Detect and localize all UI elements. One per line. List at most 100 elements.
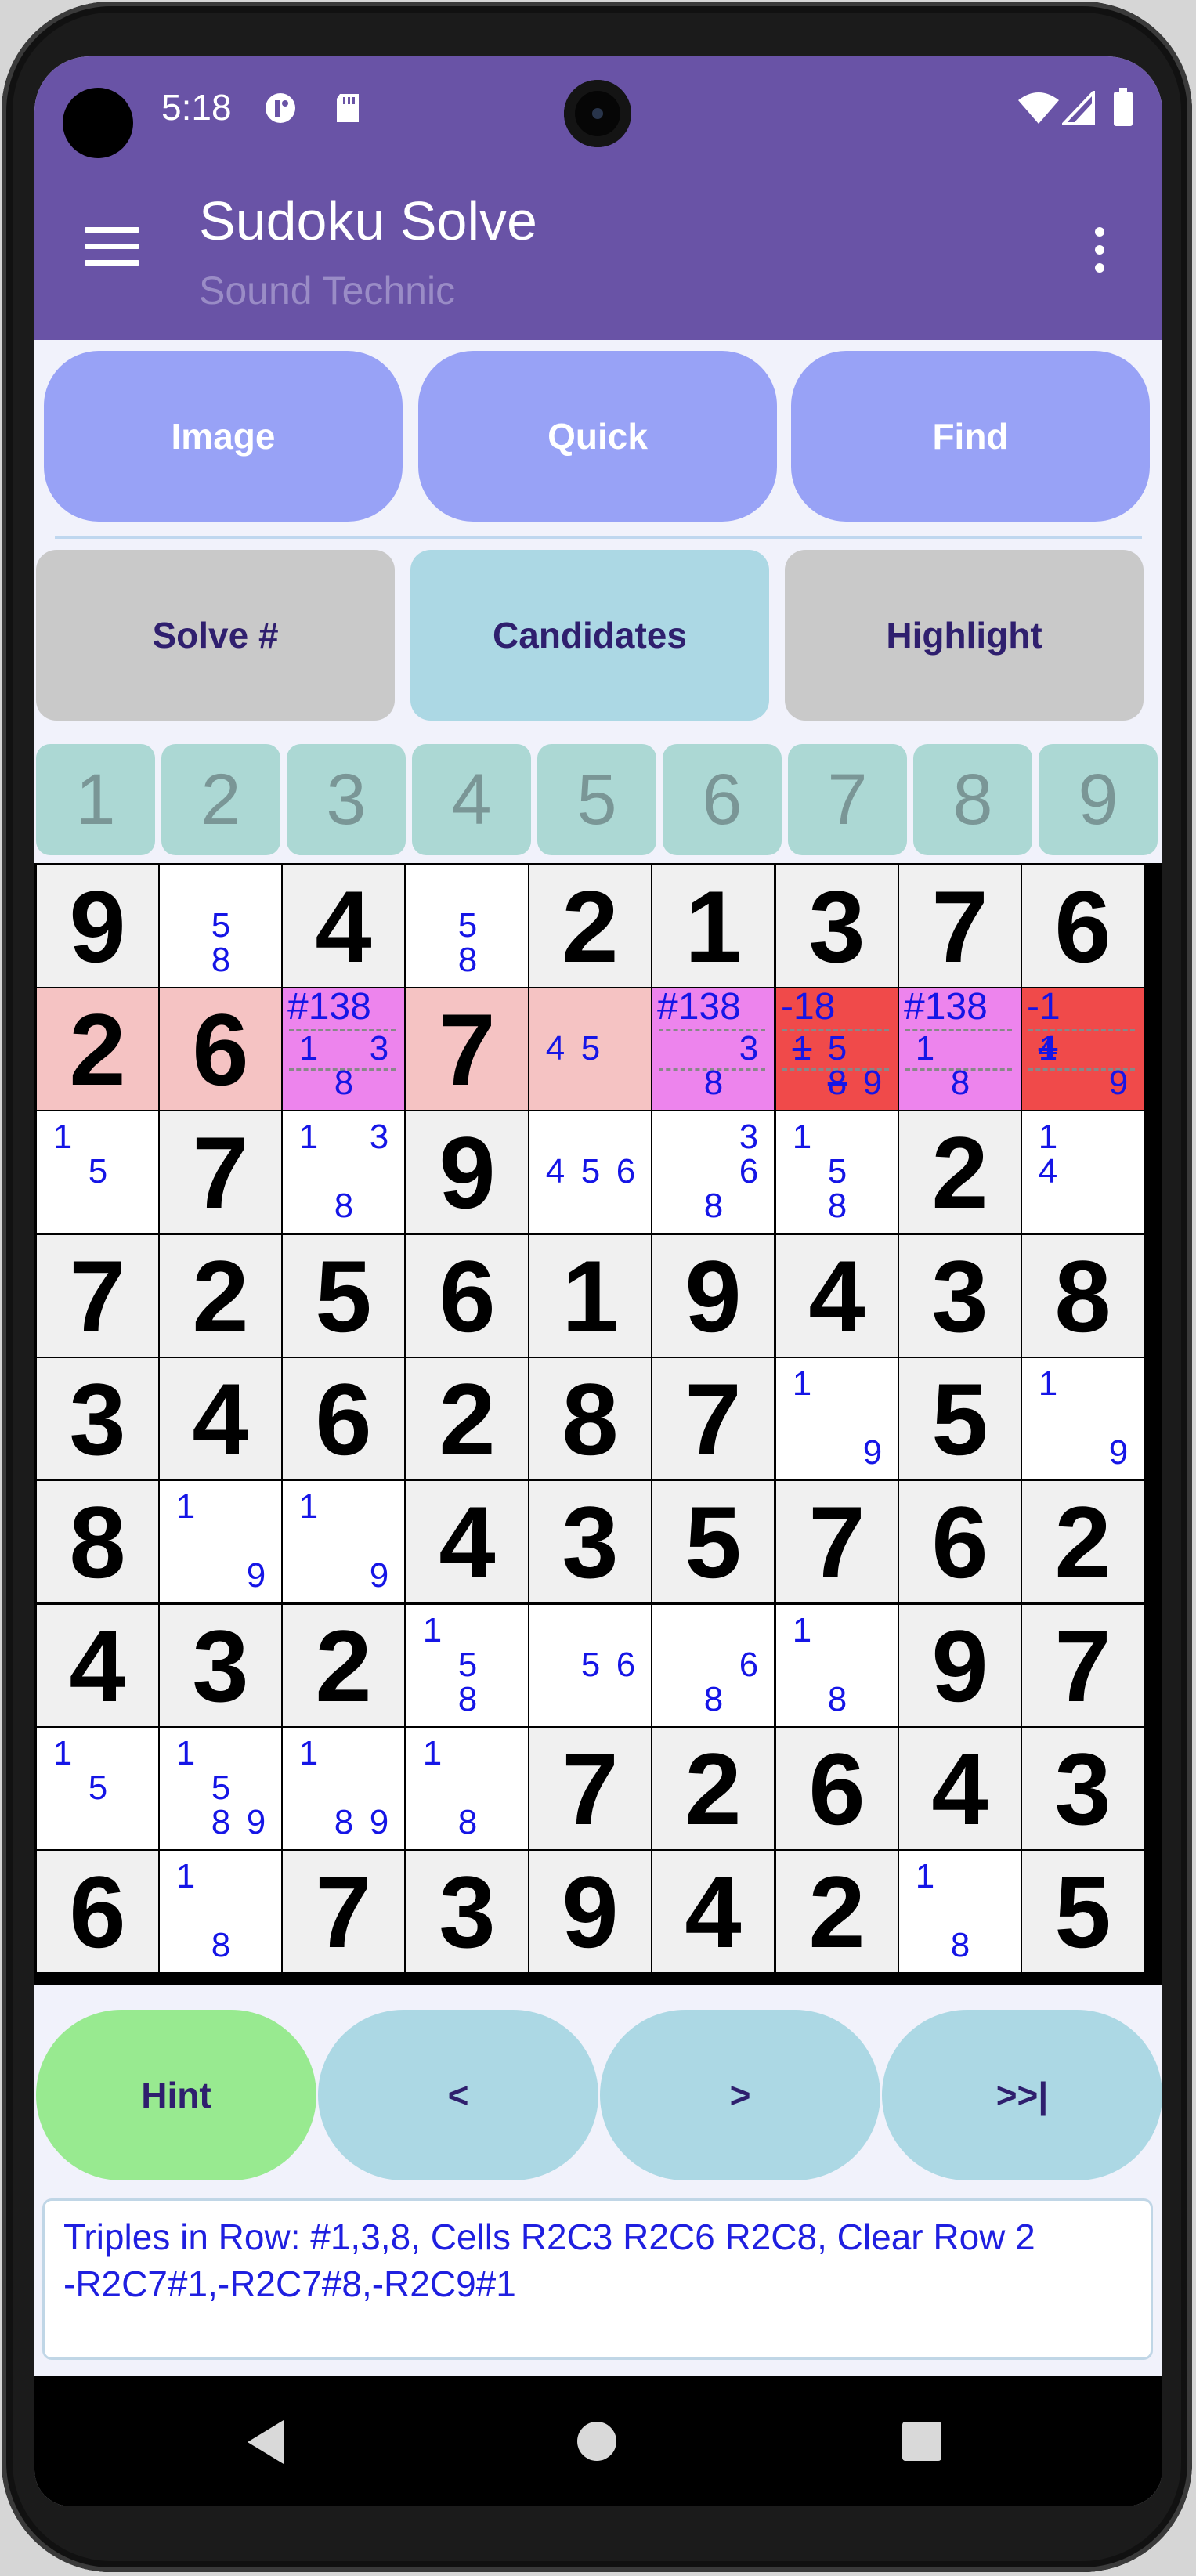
sudoku-cell-r6c5[interactable]: 3 (529, 1481, 651, 1602)
sudoku-cell-r2c1[interactable]: 2 (37, 988, 158, 1110)
sudoku-cell-r1c4[interactable]: 58 (406, 865, 528, 987)
sudoku-cell-r5c8[interactable]: 5 (899, 1358, 1021, 1479)
find-button[interactable]: Find (791, 351, 1150, 522)
number-button-5[interactable]: 5 (537, 744, 656, 855)
sudoku-cell-r8c3[interactable]: 189 (283, 1728, 404, 1849)
number-button-3[interactable]: 3 (287, 744, 406, 855)
sudoku-cell-r9c6[interactable]: 4 (652, 1851, 774, 1972)
tab-solve-number[interactable]: Solve # (36, 550, 395, 721)
sudoku-cell-r2c3[interactable]: #138 1 3 8 (283, 988, 404, 1110)
sudoku-cell-r8c7[interactable]: 6 (776, 1728, 898, 1849)
sudoku-cell-r2c2[interactable]: 6 (160, 988, 281, 1110)
sudoku-cell-r7c4[interactable]: 158 (406, 1605, 528, 1726)
number-button-4[interactable]: 4 (412, 744, 531, 855)
sudoku-cell-r5c2[interactable]: 4 (160, 1358, 281, 1479)
sudoku-cell-r9c9[interactable]: 5 (1022, 1851, 1144, 1972)
sudoku-cell-r7c9[interactable]: 7 (1022, 1605, 1144, 1726)
number-button-9[interactable]: 9 (1039, 744, 1158, 855)
sudoku-cell-r9c2[interactable]: 18 (160, 1851, 281, 1972)
sudoku-cell-r6c9[interactable]: 2 (1022, 1481, 1144, 1602)
sudoku-cell-r7c2[interactable]: 3 (160, 1605, 281, 1726)
sudoku-cell-r2c5[interactable]: 45 (529, 988, 651, 1110)
sudoku-cell-r8c2[interactable]: 1589 (160, 1728, 281, 1849)
sudoku-cell-r7c5[interactable]: 56 (529, 1605, 651, 1726)
sudoku-cell-r1c9[interactable]: 6 (1022, 865, 1144, 987)
sudoku-cell-r5c9[interactable]: 19 (1022, 1358, 1144, 1479)
sudoku-cell-r3c3[interactable]: 1 38 (283, 1111, 404, 1233)
sudoku-cell-r6c1[interactable]: 8 (37, 1481, 158, 1602)
sudoku-cell-r7c7[interactable]: 18 (776, 1605, 898, 1726)
sudoku-cell-r1c2[interactable]: 58 (160, 865, 281, 987)
sudoku-cell-r3c7[interactable]: 158 (776, 1111, 898, 1233)
sudoku-cell-r1c3[interactable]: 4 (283, 865, 404, 987)
back-icon[interactable] (248, 2420, 284, 2464)
next-step-button[interactable]: > (600, 2010, 880, 2180)
number-button-6[interactable]: 6 (663, 744, 782, 855)
previous-step-button[interactable]: < (318, 2010, 598, 2180)
sudoku-cell-r4c9[interactable]: 8 (1022, 1235, 1144, 1357)
sudoku-cell-r6c3[interactable]: 19 (283, 1481, 404, 1602)
sudoku-cell-r1c1[interactable]: 9 (37, 865, 158, 987)
sudoku-cell-r6c2[interactable]: 19 (160, 1481, 281, 1602)
sudoku-cell-r5c4[interactable]: 2 (406, 1358, 528, 1479)
sudoku-cell-r9c7[interactable]: 2 (776, 1851, 898, 1972)
sudoku-cell-r6c7[interactable]: 7 (776, 1481, 898, 1602)
hint-button[interactable]: Hint (36, 2010, 316, 2180)
sudoku-cell-r2c9[interactable]: -1 1 4 9 (1022, 988, 1144, 1110)
number-button-8[interactable]: 8 (913, 744, 1032, 855)
sudoku-cell-r8c1[interactable]: 15 (37, 1728, 158, 1849)
sudoku-cell-r1c7[interactable]: 3 (776, 865, 898, 987)
sudoku-cell-r8c4[interactable]: 18 (406, 1728, 528, 1849)
menu-icon[interactable] (85, 227, 139, 271)
sudoku-cell-r9c5[interactable]: 9 (529, 1851, 651, 1972)
image-button[interactable]: Image (44, 351, 403, 522)
sudoku-cell-r8c9[interactable]: 3 (1022, 1728, 1144, 1849)
sudoku-cell-r2c8[interactable]: #138 1 8 (899, 988, 1021, 1110)
sudoku-cell-r9c8[interactable]: 18 (899, 1851, 1021, 1972)
sudoku-cell-r4c2[interactable]: 2 (160, 1235, 281, 1357)
sudoku-cell-r4c6[interactable]: 9 (652, 1235, 774, 1357)
sudoku-cell-r6c8[interactable]: 6 (899, 1481, 1021, 1602)
sudoku-cell-r9c4[interactable]: 3 (406, 1851, 528, 1972)
sudoku-cell-r8c8[interactable]: 4 (899, 1728, 1021, 1849)
sudoku-cell-r3c1[interactable]: 15 (37, 1111, 158, 1233)
sudoku-cell-r8c6[interactable]: 2 (652, 1728, 774, 1849)
sudoku-cell-r6c6[interactable]: 5 (652, 1481, 774, 1602)
sudoku-cell-r5c1[interactable]: 3 (37, 1358, 158, 1479)
sudoku-cell-r6c4[interactable]: 4 (406, 1481, 528, 1602)
sudoku-cell-r4c1[interactable]: 7 (37, 1235, 158, 1357)
sudoku-cell-r4c4[interactable]: 6 (406, 1235, 528, 1357)
sudoku-cell-r4c5[interactable]: 1 (529, 1235, 651, 1357)
number-button-7[interactable]: 7 (788, 744, 907, 855)
sudoku-cell-r1c5[interactable]: 2 (529, 865, 651, 987)
number-button-1[interactable]: 1 (36, 744, 155, 855)
sudoku-cell-r5c5[interactable]: 8 (529, 1358, 651, 1479)
recent-apps-icon[interactable] (902, 2422, 941, 2461)
sudoku-cell-r7c3[interactable]: 2 (283, 1605, 404, 1726)
sudoku-cell-r2c4[interactable]: 7 (406, 988, 528, 1110)
sudoku-cell-r8c5[interactable]: 7 (529, 1728, 651, 1849)
number-button-2[interactable]: 2 (161, 744, 280, 855)
sudoku-cell-r1c8[interactable]: 7 (899, 865, 1021, 987)
sudoku-cell-r2c7[interactable]: -18 1 5 8 9 (776, 988, 898, 1110)
sudoku-cell-r3c5[interactable]: 456 (529, 1111, 651, 1233)
sudoku-cell-r4c8[interactable]: 3 (899, 1235, 1021, 1357)
sudoku-cell-r4c3[interactable]: 5 (283, 1235, 404, 1357)
sudoku-cell-r3c6[interactable]: 368 (652, 1111, 774, 1233)
tab-candidates[interactable]: Candidates (410, 550, 769, 721)
sudoku-cell-r3c8[interactable]: 2 (899, 1111, 1021, 1233)
sudoku-cell-r5c3[interactable]: 6 (283, 1358, 404, 1479)
sudoku-cell-r5c6[interactable]: 7 (652, 1358, 774, 1479)
sudoku-cell-r5c7[interactable]: 19 (776, 1358, 898, 1479)
sudoku-cell-r9c1[interactable]: 6 (37, 1851, 158, 1972)
sudoku-cell-r1c6[interactable]: 1 (652, 865, 774, 987)
quick-button[interactable]: Quick (418, 351, 777, 522)
sudoku-cell-r4c7[interactable]: 4 (776, 1235, 898, 1357)
sudoku-cell-r3c9[interactable]: 14 (1022, 1111, 1144, 1233)
sudoku-cell-r3c2[interactable]: 7 (160, 1111, 281, 1233)
sudoku-cell-r7c1[interactable]: 4 (37, 1605, 158, 1726)
tab-highlight[interactable]: Highlight (785, 550, 1144, 721)
skip-to-end-button[interactable]: >>| (882, 2010, 1162, 2180)
sudoku-cell-r7c8[interactable]: 9 (899, 1605, 1021, 1726)
sudoku-cell-r7c6[interactable]: 68 (652, 1605, 774, 1726)
